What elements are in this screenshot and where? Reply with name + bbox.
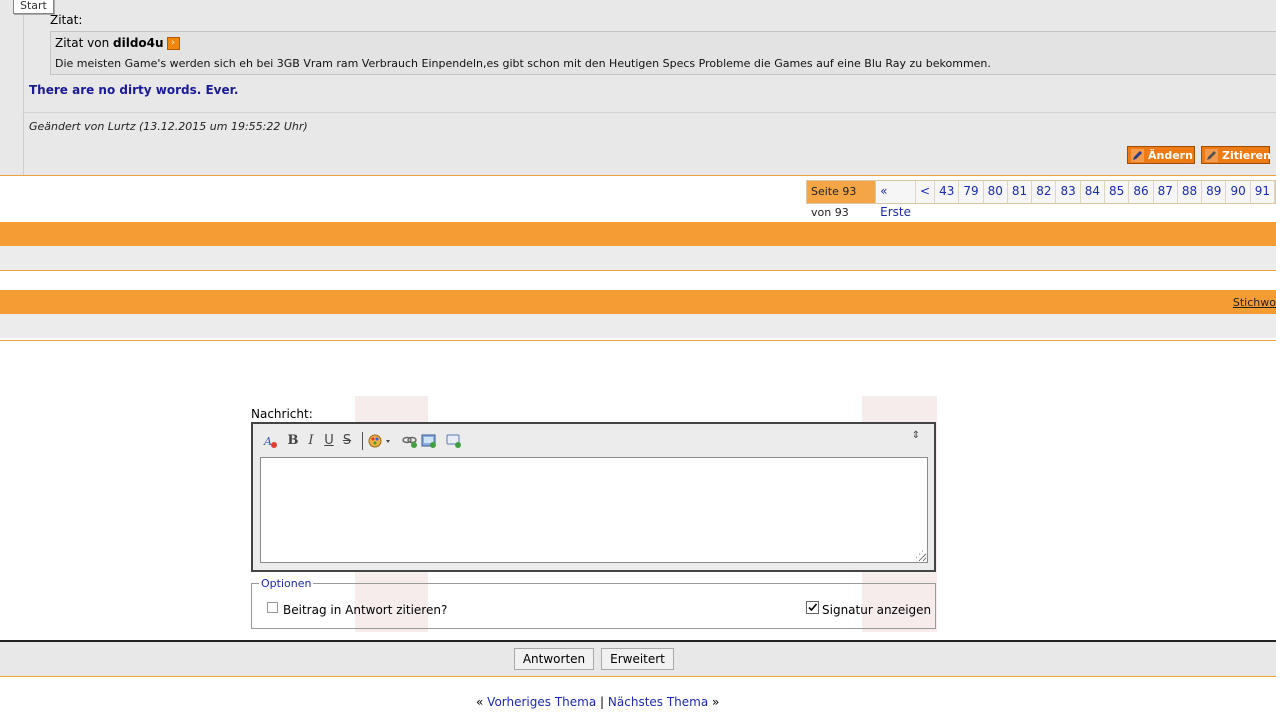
pagination-page[interactable]: 86 bbox=[1129, 181, 1154, 203]
pagination-current: Seite 93 von 93 bbox=[807, 181, 877, 219]
quote-pencil-icon bbox=[1205, 149, 1218, 162]
keywords-link[interactable]: Stichwo bbox=[1233, 296, 1276, 309]
quote-label: Zitat: bbox=[50, 13, 83, 27]
section-body-band bbox=[0, 246, 1276, 270]
quote-in-reply-label[interactable]: Beitrag in Antwort zitieren? bbox=[283, 603, 447, 617]
message-label: Nachricht: bbox=[251, 407, 313, 421]
show-signature-label[interactable]: Signatur anzeigen bbox=[822, 603, 931, 617]
edit-post-label: Ändern bbox=[1148, 149, 1193, 162]
options-legend: Optionen bbox=[259, 577, 314, 590]
keywords-header-band bbox=[0, 290, 1276, 314]
edit-post-button[interactable]: Ändern bbox=[1127, 146, 1195, 164]
checkmark-icon bbox=[808, 603, 818, 612]
pagination-page[interactable]: 90 bbox=[1226, 181, 1251, 203]
pagination-prev[interactable]: < bbox=[916, 181, 936, 203]
thread-navigation: « Vorheriges Thema | Nächstes Thema » bbox=[476, 695, 719, 709]
bold-button[interactable]: B bbox=[285, 433, 301, 449]
strikethrough-button[interactable]: S bbox=[339, 433, 355, 449]
divider-line bbox=[0, 270, 1276, 271]
insert-smiley-icon[interactable] bbox=[446, 433, 462, 449]
show-signature-checkbox[interactable] bbox=[806, 601, 819, 614]
pagination-page[interactable]: 84 bbox=[1080, 181, 1106, 203]
pagination-page[interactable]: 89 bbox=[1202, 181, 1227, 203]
pagination-page[interactable]: 88 bbox=[1177, 181, 1203, 203]
font-color-icon[interactable] bbox=[367, 433, 393, 449]
svg-text:A: A bbox=[263, 435, 272, 448]
message-textarea[interactable] bbox=[260, 457, 928, 563]
pagination-page[interactable]: 80 bbox=[983, 181, 1008, 203]
section-header-band bbox=[0, 222, 1276, 246]
divider-line bbox=[0, 340, 1276, 341]
quote-post-button[interactable]: Zitieren bbox=[1201, 146, 1271, 164]
toolbar-separator bbox=[362, 432, 363, 450]
pagination-page[interactable]: 85 bbox=[1105, 181, 1130, 203]
thread-nav-separator: | bbox=[600, 695, 605, 709]
insert-link-icon[interactable] bbox=[402, 433, 418, 449]
divider-line bbox=[0, 175, 1276, 176]
signature-text: There are no dirty words. Ever. bbox=[29, 83, 239, 97]
previous-thread-link[interactable]: Vorheriges Thema bbox=[487, 695, 596, 709]
remove-format-icon[interactable]: A bbox=[262, 433, 278, 449]
pagination: Seite 93 von 93 « Erste < 43 79 80 81 82… bbox=[806, 180, 1276, 219]
thread-nav-left-arrow: « bbox=[476, 695, 484, 709]
keywords-body-band bbox=[0, 314, 1276, 338]
pagination-page[interactable]: 43 bbox=[935, 181, 960, 203]
italic-button[interactable]: I bbox=[303, 433, 319, 449]
post-author-column bbox=[0, 0, 24, 175]
underline-button[interactable]: U bbox=[321, 433, 337, 449]
quote-header-prefix: Zitat von bbox=[55, 36, 110, 50]
quote-text: Die meisten Game's werden sich eh bei 3G… bbox=[55, 57, 991, 70]
pagination-page[interactable]: 79 bbox=[959, 181, 984, 203]
pagination-page[interactable]: 87 bbox=[1153, 181, 1178, 203]
signature-divider bbox=[23, 112, 1276, 113]
pagination-page[interactable]: 83 bbox=[1056, 181, 1081, 203]
view-post-arrow-icon[interactable]: › bbox=[166, 37, 180, 50]
insert-image-icon[interactable] bbox=[421, 433, 437, 449]
submit-reply-button[interactable]: Antworten bbox=[514, 648, 594, 670]
pagination-first[interactable]: « Erste bbox=[876, 181, 916, 219]
quote-header: Zitat von dildo4u › bbox=[55, 36, 180, 50]
pagination-page[interactable]: 82 bbox=[1032, 181, 1057, 203]
resize-grip-icon[interactable]: ⋰ bbox=[915, 551, 924, 560]
next-thread-link[interactable]: Nächstes Thema bbox=[608, 695, 708, 709]
edited-note: Geändert von Lurtz (13.12.2015 um 19:55:… bbox=[29, 120, 308, 133]
pagination-page[interactable]: 91 bbox=[1250, 181, 1275, 203]
quote-in-reply-checkbox[interactable] bbox=[267, 602, 278, 613]
advanced-reply-button[interactable]: Erweitert bbox=[601, 648, 674, 670]
edit-pencil-icon bbox=[1131, 149, 1144, 162]
pagination-page[interactable]: 81 bbox=[1007, 181, 1033, 203]
start-tooltip: Start bbox=[13, 0, 54, 14]
quote-post-label: Zitieren bbox=[1222, 149, 1271, 162]
thread-nav-right-arrow: » bbox=[712, 695, 720, 709]
quote-author: dildo4u bbox=[113, 36, 164, 50]
editor-resize-icon[interactable]: ⇕ bbox=[908, 431, 924, 447]
